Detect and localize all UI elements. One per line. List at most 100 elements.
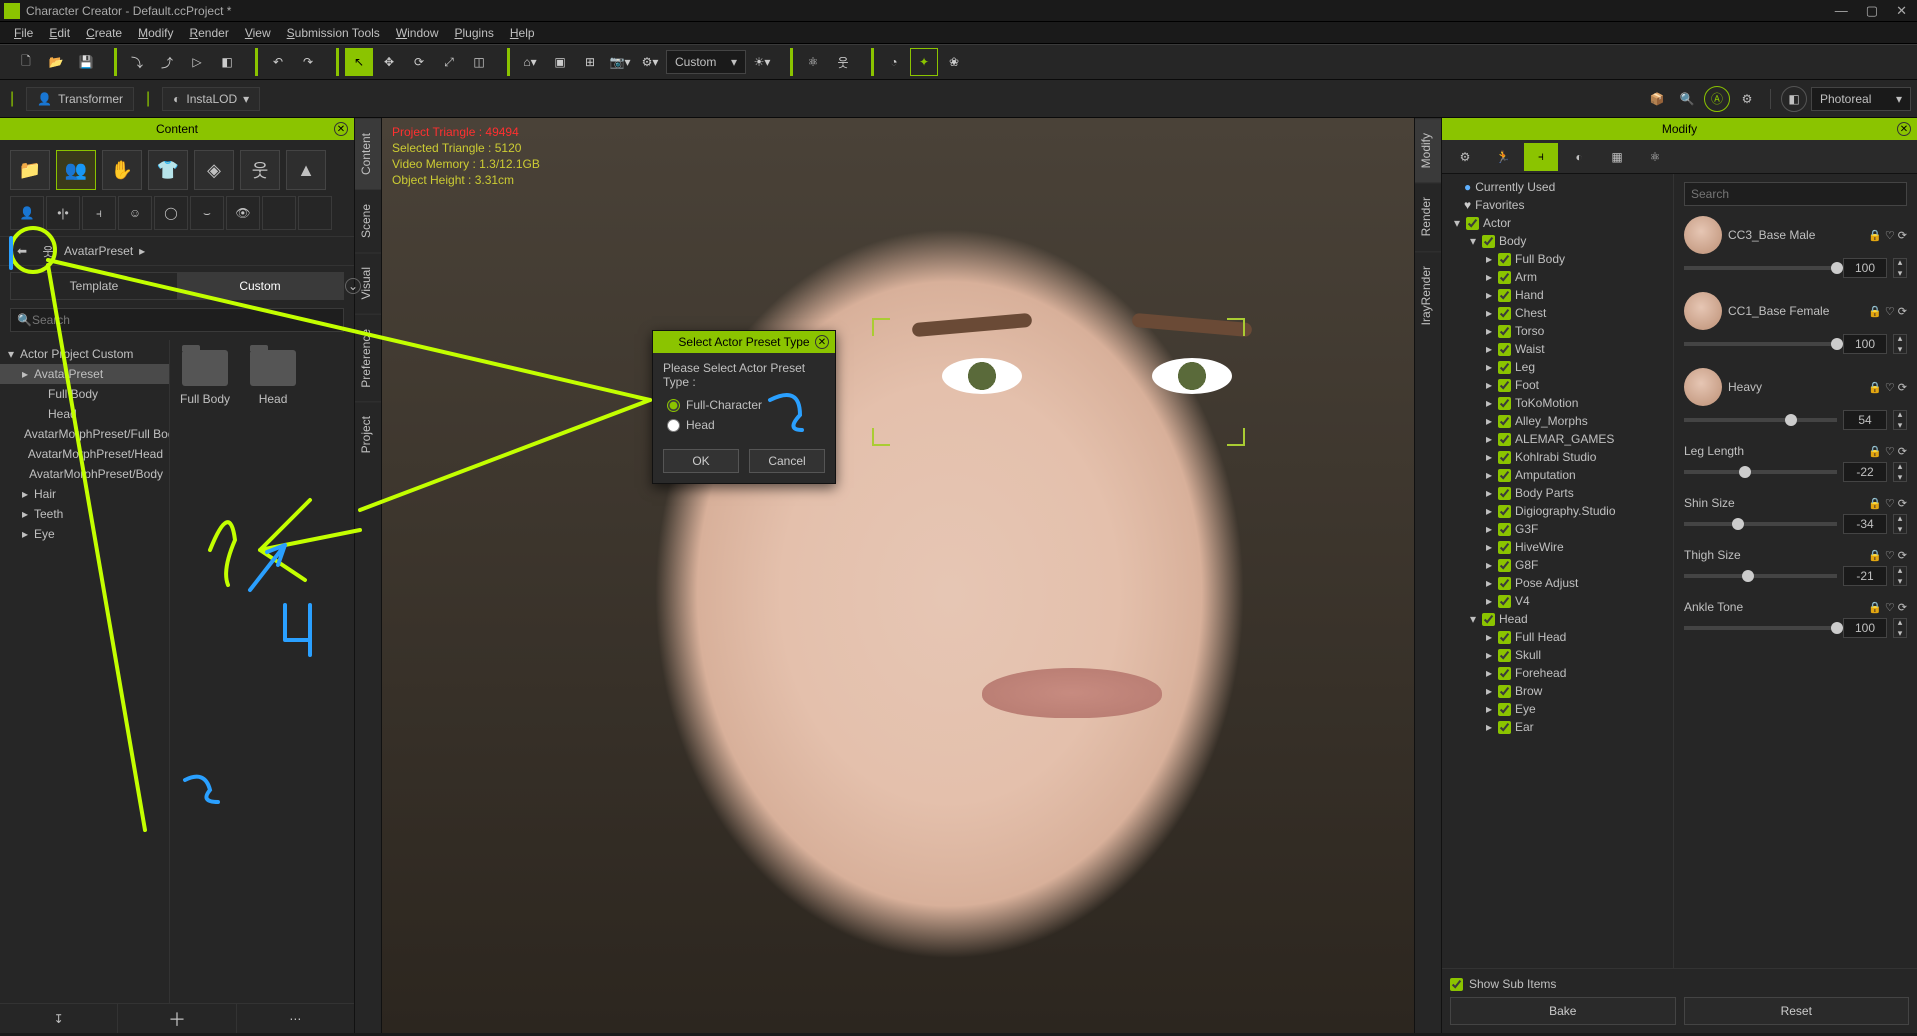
- morph-search[interactable]: [1684, 182, 1907, 206]
- head-filter-icon[interactable]: ☺: [118, 196, 152, 230]
- motion-tab-icon[interactable]: 🏃: [1486, 143, 1520, 171]
- slider-track[interactable]: [1684, 266, 1837, 270]
- custom-tab[interactable]: Custom: [177, 273, 343, 299]
- morph-tree-item[interactable]: ▸Waist: [1446, 340, 1669, 358]
- appearance-tab-icon[interactable]: ◐: [1562, 143, 1596, 171]
- morph-tree-item[interactable]: ▸Hand: [1446, 286, 1669, 304]
- morph-tree-quick[interactable]: ●Currently Used: [1446, 178, 1669, 196]
- menu-plugins[interactable]: Plugins: [449, 26, 500, 40]
- render-mode-dropdown[interactable]: Photoreal▾: [1811, 87, 1911, 111]
- close-button[interactable]: ✕: [1896, 3, 1907, 19]
- slider-tools[interactable]: 🔒 ♡ ⟳: [1868, 601, 1907, 614]
- zoom-icon[interactable]: 🔍: [1674, 86, 1700, 112]
- slider-tools[interactable]: 🔒 ♡ ⟳: [1868, 305, 1907, 318]
- menu-edit[interactable]: Edit: [43, 26, 76, 40]
- full-character-radio[interactable]: Full-Character: [663, 395, 825, 415]
- save-project-button[interactable]: 💾: [72, 48, 100, 76]
- slider-track[interactable]: [1684, 522, 1837, 526]
- viewport[interactable]: Project Triangle : 49494 Selected Triang…: [382, 118, 1414, 1033]
- slider-track[interactable]: [1684, 418, 1837, 422]
- pose-button[interactable]: 웃: [829, 48, 857, 76]
- new-project-button[interactable]: 🗋: [12, 48, 40, 76]
- menu-view[interactable]: View: [239, 26, 277, 40]
- morph-tree-item[interactable]: ▸Foot: [1446, 376, 1669, 394]
- physics-tab-icon[interactable]: ⚛: [1638, 143, 1672, 171]
- morph-tree-item[interactable]: ▸Pose Adjust: [1446, 574, 1669, 592]
- morph-tree-item[interactable]: ▸Full Body: [1446, 250, 1669, 268]
- tree-item[interactable]: ▸Eye: [0, 524, 169, 544]
- import-button[interactable]: ⤵: [123, 48, 151, 76]
- attribute-tab-icon[interactable]: ⚙: [1448, 143, 1482, 171]
- morph-tree-item[interactable]: ▸Body Parts: [1446, 484, 1669, 502]
- morph-tree-item[interactable]: ▸Chest: [1446, 304, 1669, 322]
- tree-item[interactable]: ▸Teeth: [0, 504, 169, 524]
- breadcrumb-body-icon[interactable]: 웃: [38, 241, 58, 261]
- light-button[interactable]: ☀▾: [748, 48, 776, 76]
- import-morph-button[interactable]: ⤴: [153, 48, 181, 76]
- morph-tree-item[interactable]: ▾Actor: [1446, 214, 1669, 232]
- morph-search-input[interactable]: [1691, 187, 1900, 201]
- conform-button[interactable]: ◔: [880, 48, 908, 76]
- stage-category-icon[interactable]: ▲: [286, 150, 326, 190]
- menu-help[interactable]: Help: [504, 26, 541, 40]
- morph-tree-item[interactable]: ▸Leg: [1446, 358, 1669, 376]
- slider-value[interactable]: -34: [1843, 514, 1887, 534]
- wireframe-icon[interactable]: Ⓐ: [1704, 86, 1730, 112]
- slider-value[interactable]: 54: [1843, 410, 1887, 430]
- frame-button[interactable]: ▣: [546, 48, 574, 76]
- folder-category-icon[interactable]: 📁: [10, 150, 50, 190]
- dialog-ok-button[interactable]: OK: [663, 449, 739, 473]
- vtab-irayrender[interactable]: IrayRender: [1415, 251, 1441, 339]
- menu-file[interactable]: File: [8, 26, 39, 40]
- shader-icon[interactable]: ◧: [1781, 86, 1807, 112]
- morph-tree-item[interactable]: ▸HiveWire: [1446, 538, 1669, 556]
- actor-category-icon[interactable]: 👥: [56, 150, 96, 190]
- slider-track[interactable]: [1684, 574, 1837, 578]
- show-sub-items-checkbox[interactable]: Show Sub Items: [1450, 977, 1909, 991]
- avatar-preset-filter-icon[interactable]: 👤: [10, 196, 44, 230]
- select-tool[interactable]: ↖: [345, 48, 373, 76]
- camera-settings-button[interactable]: ⚙▾: [636, 48, 664, 76]
- physics-button[interactable]: ⚛: [799, 48, 827, 76]
- content-search-input[interactable]: [32, 313, 337, 327]
- morph-tree-item[interactable]: ▸Arm: [1446, 268, 1669, 286]
- tree-item[interactable]: AvatarMorphPreset/Head: [0, 444, 169, 464]
- camera-preset-dropdown[interactable]: Custom▾: [666, 50, 746, 74]
- morph-tree-item[interactable]: ▸Ear: [1446, 718, 1669, 736]
- sliders-filter-icon[interactable]: ⫞: [82, 196, 116, 230]
- folder-thumb[interactable]: Full Body: [180, 350, 230, 406]
- lib-add-button[interactable]: ＋: [118, 1004, 236, 1033]
- morph-tree-item[interactable]: ▸Full Head: [1446, 628, 1669, 646]
- slider-stepper[interactable]: ▴▾: [1893, 462, 1907, 482]
- menu-modify[interactable]: Modify: [132, 26, 179, 40]
- reset-button[interactable]: Reset: [1684, 997, 1910, 1025]
- vtab-scene[interactable]: Scene: [355, 189, 381, 252]
- smartgallery-button[interactable]: ❀: [940, 48, 968, 76]
- morph-tree-item[interactable]: ▸G8F: [1446, 556, 1669, 574]
- eye-filter-icon[interactable]: 👁: [226, 196, 260, 230]
- activate-button[interactable]: ✦: [910, 48, 938, 76]
- zoom-extents-button[interactable]: ⊞: [576, 48, 604, 76]
- tree-item[interactable]: Full Body: [0, 384, 169, 404]
- pose-category-icon[interactable]: 웃: [240, 150, 280, 190]
- morph-tree-item[interactable]: ▸Kohlrabi Studio: [1446, 448, 1669, 466]
- morph-tree-item[interactable]: ▸Alley_Morphs: [1446, 412, 1669, 430]
- morph-filter-icon[interactable]: •|•: [46, 196, 80, 230]
- dialog-cancel-button[interactable]: Cancel: [749, 449, 825, 473]
- bake-button[interactable]: Bake: [1450, 997, 1676, 1025]
- content-close-button[interactable]: ✕: [334, 122, 348, 136]
- pack-icon[interactable]: 📦: [1644, 86, 1670, 112]
- template-tab[interactable]: Template: [11, 273, 177, 299]
- rotate-tool[interactable]: ⟳: [405, 48, 433, 76]
- slider-value[interactable]: -22: [1843, 462, 1887, 482]
- menu-window[interactable]: Window: [390, 26, 445, 40]
- slider-value[interactable]: 100: [1843, 618, 1887, 638]
- maximize-button[interactable]: ▢: [1866, 3, 1878, 19]
- tree-item[interactable]: ▸Hair: [0, 484, 169, 504]
- vtab-project[interactable]: Project: [355, 401, 381, 467]
- vtab-visual[interactable]: Visual: [355, 252, 381, 313]
- undo-button[interactable]: ↶: [264, 48, 292, 76]
- slider-tools[interactable]: 🔒 ♡ ⟳: [1868, 229, 1907, 242]
- settings-icon[interactable]: ⚙: [1734, 86, 1760, 112]
- dialog-close-button[interactable]: ✕: [815, 335, 829, 349]
